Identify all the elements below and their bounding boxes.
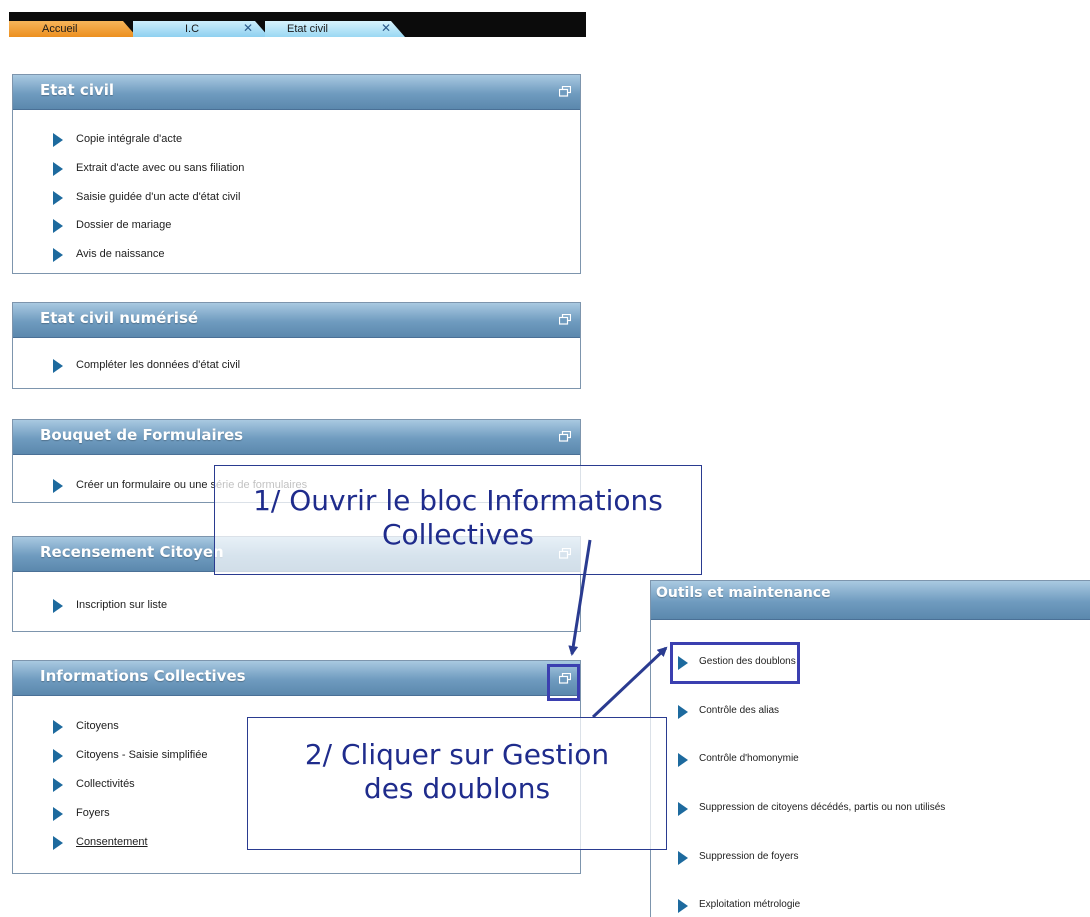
annotation-arrows <box>568 539 668 719</box>
arrow-to-gestion-doublons <box>591 646 668 719</box>
arrow-to-restore-button <box>568 539 592 656</box>
